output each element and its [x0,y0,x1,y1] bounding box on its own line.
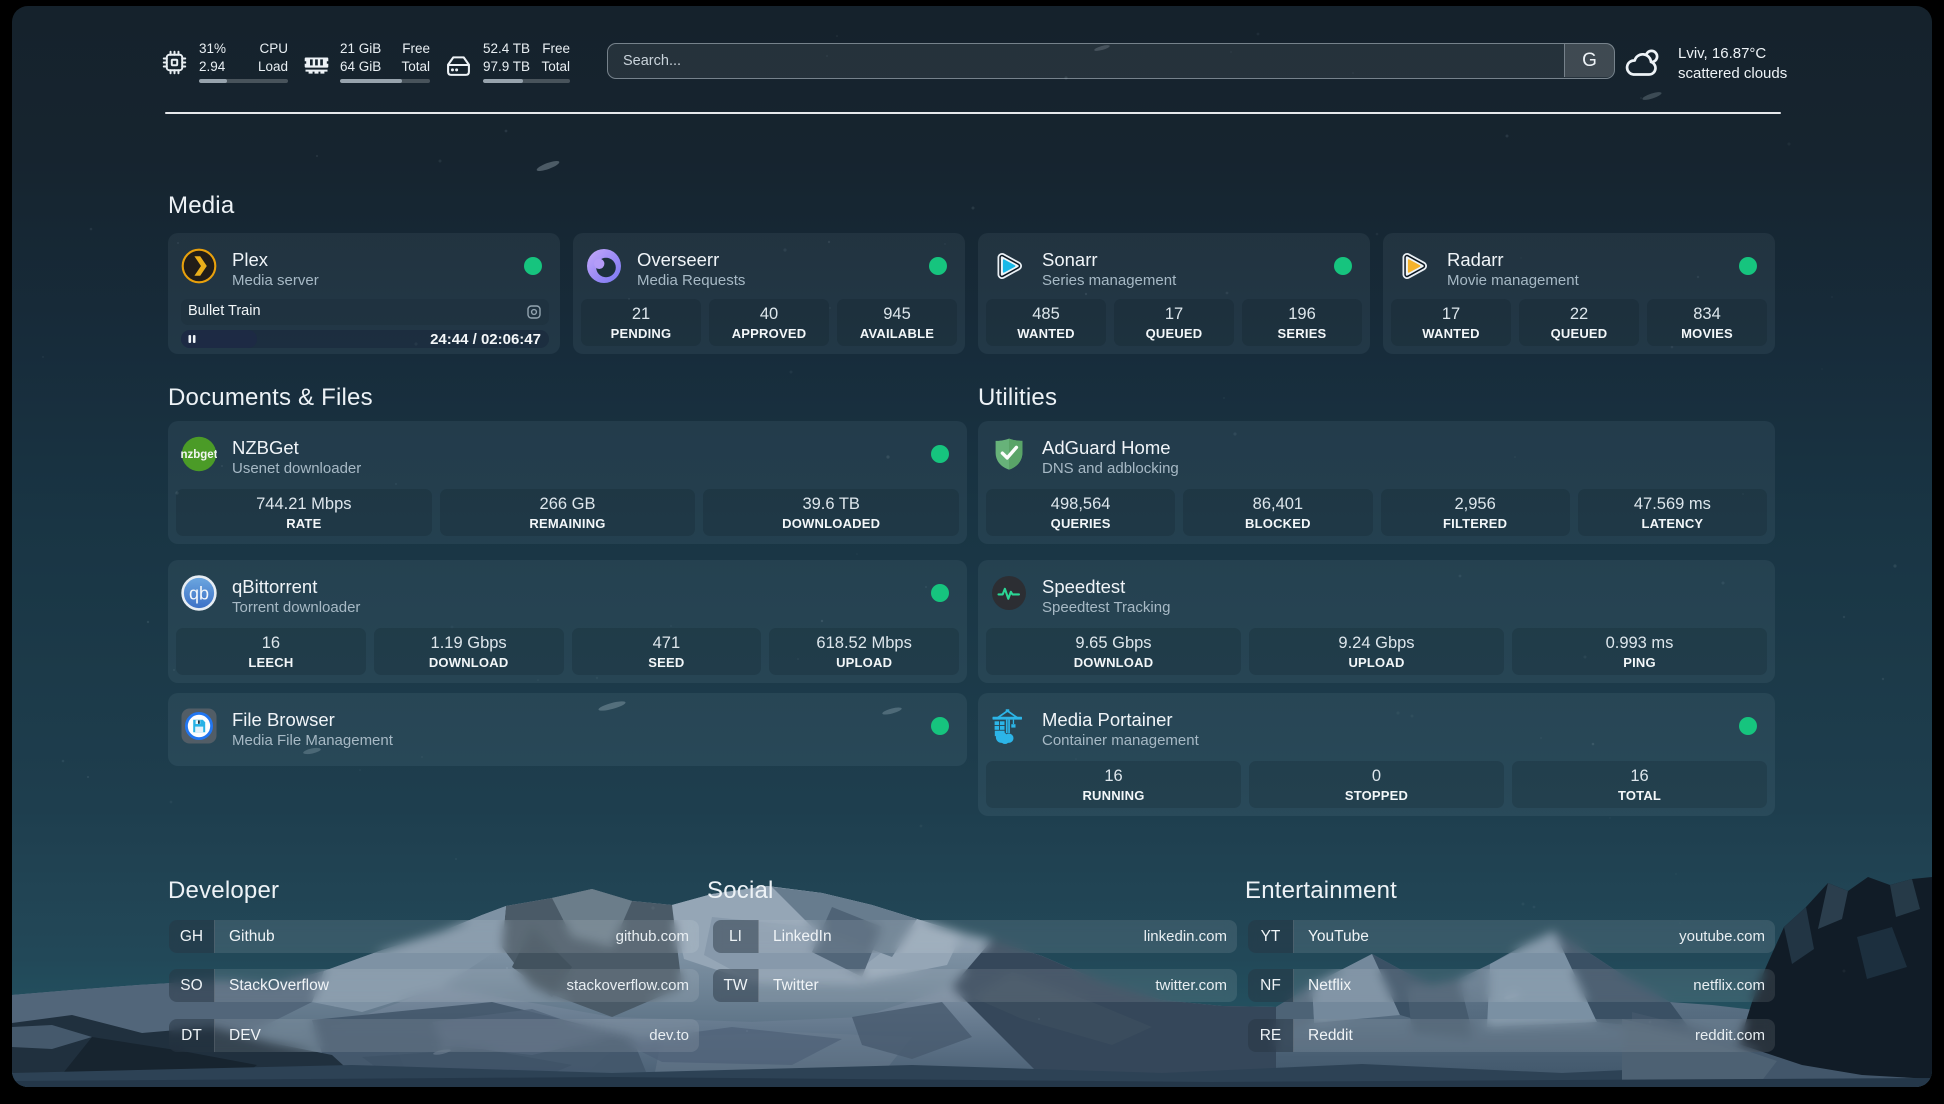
svg-text:nzbget: nzbget [181,449,217,461]
svg-text:qb: qb [189,584,209,604]
